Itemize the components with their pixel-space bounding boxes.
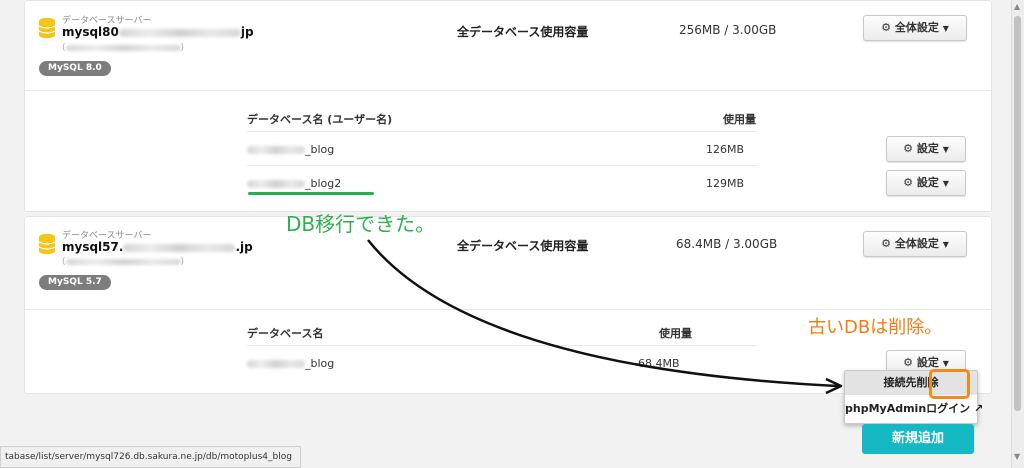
scroll-thumb[interactable] xyxy=(1014,16,1021,411)
server-subtitle: () xyxy=(62,257,185,267)
row-divider xyxy=(247,165,757,166)
menu-item-phpmyadmin-login[interactable]: phpMyAdminログイン ↗ xyxy=(845,397,983,421)
version-badge: MySQL 5.7 xyxy=(39,275,111,290)
version-badge: MySQL 8.0 xyxy=(39,61,111,76)
annotation-migrated: DB移行できた。 xyxy=(286,212,436,236)
database-size: 126MB xyxy=(706,143,745,156)
chevron-down-icon: ▼ xyxy=(942,145,949,154)
global-settings-button[interactable]: ⚙ 全体設定 ▼ xyxy=(863,15,967,41)
database-name: _blog xyxy=(247,357,334,370)
usage-value: 256MB / 3.00GB xyxy=(679,23,777,37)
divider xyxy=(25,90,991,91)
database-settings-button[interactable]: ⚙ 設定 ▼ xyxy=(886,170,966,196)
database-size: 68.4MB xyxy=(638,357,680,370)
scroll-up-icon[interactable]: ▲ xyxy=(1014,2,1020,11)
database-settings-button[interactable]: ⚙ 設定 ▼ xyxy=(886,136,966,162)
server-subtitle: () xyxy=(62,43,185,53)
column-header-database-name: データベース名 xyxy=(247,327,324,340)
row-divider xyxy=(247,345,757,346)
chevron-down-icon: ▼ xyxy=(942,359,949,368)
usage-label: 全データベース使用容量 xyxy=(457,239,589,253)
server-hostname: mysql57. .jp xyxy=(62,240,253,254)
scroll-down-icon[interactable]: ▼ xyxy=(1014,452,1020,461)
row-divider xyxy=(247,131,757,132)
server-hostname: mysql80 jp xyxy=(62,25,254,39)
gear-icon: ⚙ xyxy=(881,237,892,250)
gear-icon: ⚙ xyxy=(903,356,914,369)
server-panel-mysql80: データベースサーバー mysql80 jp () MySQL 8.0 全データベー… xyxy=(24,0,992,212)
annotation-delete-old: 古いDBは削除。 xyxy=(808,317,943,338)
database-icon xyxy=(38,233,56,255)
gear-icon: ⚙ xyxy=(903,176,914,189)
column-header-usage: 使用量 xyxy=(659,327,692,340)
chevron-down-icon: ▼ xyxy=(942,24,949,33)
divider xyxy=(25,309,991,310)
global-settings-button[interactable]: ⚙ 全体設定 ▼ xyxy=(863,231,967,257)
chevron-down-icon: ▼ xyxy=(942,179,949,188)
database-name: _blog2 xyxy=(247,177,341,190)
database-name: _blog xyxy=(247,143,334,156)
gear-icon: ⚙ xyxy=(903,142,914,155)
annotation-underline xyxy=(248,192,374,195)
column-header-usage: 使用量 xyxy=(723,113,756,126)
chevron-down-icon: ▼ xyxy=(942,240,949,249)
database-icon xyxy=(38,17,56,39)
add-new-button[interactable]: 新規追加 xyxy=(862,424,974,454)
usage-label: 全データベース使用容量 xyxy=(457,25,589,39)
external-link-icon: ↗ xyxy=(974,402,984,415)
database-size: 129MB xyxy=(706,177,745,190)
server-panel-mysql57: データベースサーバー mysql57. .jp () MySQL 5.7 全データ… xyxy=(24,216,992,394)
browser-status-url: tabase/list/server/mysql726.db.sakura.ne… xyxy=(0,446,301,468)
gear-icon: ⚙ xyxy=(881,21,892,34)
scrollbar[interactable]: ▲ ▼ xyxy=(1011,0,1024,468)
column-header-database-name: データベース名 (ユーザー名) xyxy=(247,113,393,126)
usage-value: 68.4MB / 3.00GB xyxy=(676,237,778,251)
annotation-highlight xyxy=(929,369,970,399)
